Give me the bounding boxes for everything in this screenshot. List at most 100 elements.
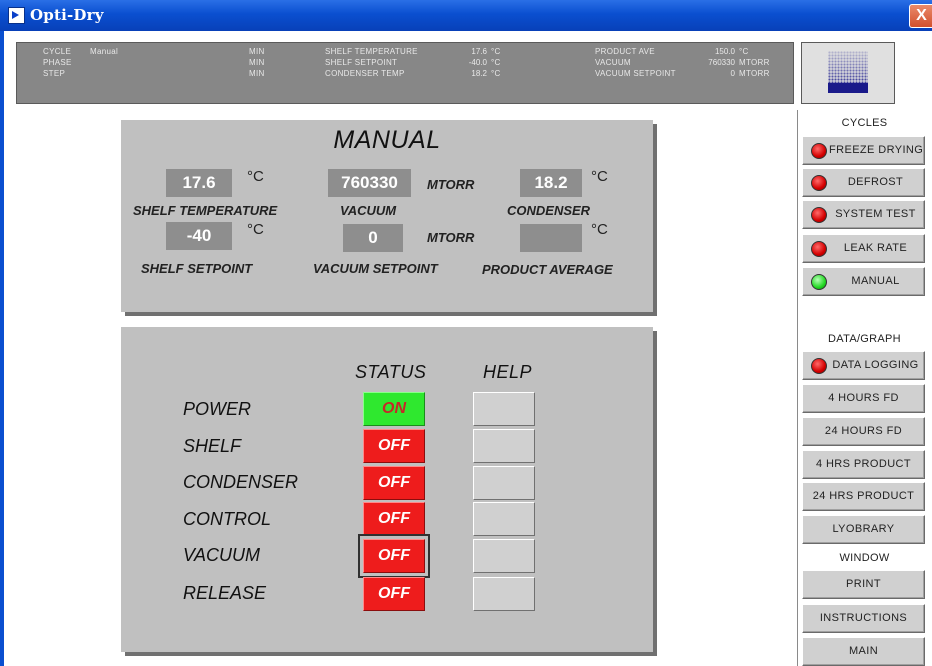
print-button[interactable]: PRINT bbox=[802, 570, 925, 599]
shelf-setpoint-value: -40.0 bbox=[468, 58, 487, 67]
help-column-header: HELP bbox=[483, 362, 533, 382]
shelf-temp-unit: °C bbox=[491, 47, 501, 56]
logo-base bbox=[828, 83, 868, 93]
status-column-header: STATUS bbox=[355, 362, 427, 382]
app-arrow-icon bbox=[8, 7, 25, 24]
panel-title: MANUAL bbox=[333, 126, 441, 154]
vacuum-help-button[interactable] bbox=[473, 539, 535, 573]
control-help-button[interactable] bbox=[473, 502, 535, 536]
product-average-display bbox=[520, 224, 582, 252]
logo-box bbox=[801, 42, 895, 104]
shelf-label: SHELF bbox=[183, 436, 242, 456]
manual-label: MANUAL bbox=[851, 275, 900, 287]
24-hours-fd-button[interactable]: 24 HOURS FD bbox=[802, 417, 925, 446]
condenser-display: 18.2 bbox=[520, 169, 582, 197]
shelf-temp-value: 17.6 bbox=[471, 47, 487, 56]
vacuum-unit: MTORR bbox=[739, 58, 770, 67]
condenser-row-label: CONDENSER bbox=[183, 472, 299, 492]
release-status-button[interactable]: OFF bbox=[363, 577, 425, 611]
shelf-temperature-unit: °C bbox=[247, 168, 264, 185]
shelf-setpoint-unit: °C bbox=[491, 58, 501, 67]
defrost-label: DEFROST bbox=[847, 176, 904, 188]
condenser-temp-label: CONDENSER TEMP bbox=[325, 69, 405, 78]
manual-panel: MANUAL 17.6 °C SHELF TEMPERATURE 760330 … bbox=[121, 120, 653, 312]
vacuum-unit: MTORR bbox=[427, 177, 475, 192]
phase-label: PHASE bbox=[43, 58, 72, 67]
vacuum-label: VACUUM bbox=[340, 203, 397, 218]
4-hours-fd-button[interactable]: 4 HOURS FD bbox=[802, 384, 925, 413]
system-test-button[interactable]: SYSTEM TEST bbox=[802, 200, 925, 229]
close-button[interactable]: X bbox=[909, 4, 932, 28]
condenser-temp-unit: °C bbox=[491, 69, 501, 78]
defrost-button[interactable]: DEFROST bbox=[802, 168, 925, 197]
control-status-button[interactable]: OFF bbox=[363, 502, 425, 536]
phase-min-unit: MIN bbox=[249, 58, 265, 67]
vacuum-status-button[interactable]: OFF bbox=[358, 534, 430, 578]
product-ave-label: PRODUCT AVE bbox=[595, 47, 655, 56]
release-label: RELEASE bbox=[183, 583, 267, 603]
4-hrs-product-button[interactable]: 4 HRS PRODUCT bbox=[802, 450, 925, 479]
leak-rate-label: LEAK RATE bbox=[843, 242, 908, 254]
system-test-label: SYSTEM TEST bbox=[835, 208, 916, 220]
product-ave-unit: °C bbox=[739, 47, 749, 56]
vacuum-setpoint-unit: MTORR bbox=[427, 230, 475, 245]
vacuum-row-label: VACUUM bbox=[183, 545, 261, 565]
power-status-button[interactable]: ON bbox=[363, 392, 425, 426]
condenser-unit: °C bbox=[591, 168, 608, 185]
manual-button[interactable]: MANUAL bbox=[802, 267, 925, 296]
cycle-min-unit: MIN bbox=[249, 47, 265, 56]
data-graph-header: DATA/GRAPH bbox=[828, 333, 901, 345]
data-logging-button[interactable]: DATA LOGGING bbox=[802, 351, 925, 380]
status-panel: STATUS HELP POWER ON SHELF OFF CONDENSER… bbox=[121, 327, 653, 652]
release-help-button[interactable] bbox=[473, 577, 535, 611]
data-logging-label: DATA LOGGING bbox=[832, 359, 919, 371]
title-bar[interactable]: Opti-Dry X bbox=[0, 0, 932, 31]
cycle-label: CYCLE bbox=[43, 47, 72, 56]
vacuum-setpoint-label: VACUUM SETPOINT bbox=[313, 261, 438, 276]
cycle-value: Manual bbox=[90, 47, 119, 56]
main-button[interactable]: MAIN bbox=[802, 637, 925, 666]
manual-led-icon bbox=[811, 274, 827, 290]
shelf-status-button[interactable]: OFF bbox=[363, 429, 425, 463]
product-average-label: PRODUCT AVERAGE bbox=[482, 262, 613, 277]
shelf-temp-label: SHELF TEMPERATURE bbox=[325, 47, 418, 56]
product-ave-value: 150.0 bbox=[714, 47, 735, 56]
instructions-button[interactable]: INSTRUCTIONS bbox=[802, 604, 925, 633]
condenser-label: CONDENSER bbox=[507, 203, 591, 218]
system-test-led-icon bbox=[811, 207, 827, 223]
vacuum-label: VACUUM bbox=[595, 58, 631, 67]
vacuum-setpoint-unit: MTORR bbox=[739, 69, 770, 78]
window-title: Opti-Dry bbox=[30, 6, 104, 24]
condenser-status-button[interactable]: OFF bbox=[363, 466, 425, 500]
power-help-button[interactable] bbox=[473, 392, 535, 426]
vacuum-setpoint-value: 0 bbox=[730, 69, 735, 78]
leak-rate-led-icon bbox=[811, 241, 827, 257]
step-min-unit: MIN bbox=[249, 69, 265, 78]
shelf-setpoint-display: -40 bbox=[166, 222, 232, 250]
shelf-temperature-label: SHELF TEMPERATURE bbox=[133, 203, 278, 218]
condenser-help-button[interactable] bbox=[473, 466, 535, 500]
shelf-setpoint-unit: °C bbox=[247, 221, 264, 238]
product-average-unit: °C bbox=[591, 221, 608, 238]
shelf-temperature-display: 17.6 bbox=[166, 169, 232, 197]
data-logging-led-icon bbox=[811, 358, 827, 374]
freeze-drying-label: FREEZE DRYING bbox=[829, 144, 924, 156]
vacuum-display: 760330 bbox=[328, 169, 411, 197]
opti-dry-window: Opti-Dry X CYCLE Manual PHASE STEP MIN M… bbox=[0, 0, 932, 666]
status-bar: CYCLE Manual PHASE STEP MIN MIN MIN SHEL… bbox=[16, 42, 794, 104]
shelf-setpoint-label: SHELF SETPOINT bbox=[141, 261, 253, 276]
shelf-help-button[interactable] bbox=[473, 429, 535, 463]
control-label: CONTROL bbox=[183, 509, 272, 529]
freeze-drying-led-icon bbox=[811, 143, 827, 159]
lyobrary-button[interactable]: LYOBRARY bbox=[802, 515, 925, 544]
condenser-temp-value: 18.2 bbox=[471, 69, 487, 78]
freeze-drying-button[interactable]: FREEZE DRYING bbox=[802, 136, 925, 165]
vacuum-setpoint-label: VACUUM SETPOINT bbox=[595, 69, 676, 78]
cycles-header: CYCLES bbox=[841, 117, 888, 129]
power-label: POWER bbox=[183, 399, 252, 419]
24-hrs-product-button[interactable]: 24 HRS PRODUCT bbox=[802, 482, 925, 511]
leak-rate-button[interactable]: LEAK RATE bbox=[802, 234, 925, 263]
defrost-led-icon bbox=[811, 175, 827, 191]
window-header: WINDOW bbox=[839, 552, 890, 564]
shelf-setpoint-label: SHELF SETPOINT bbox=[325, 58, 398, 67]
